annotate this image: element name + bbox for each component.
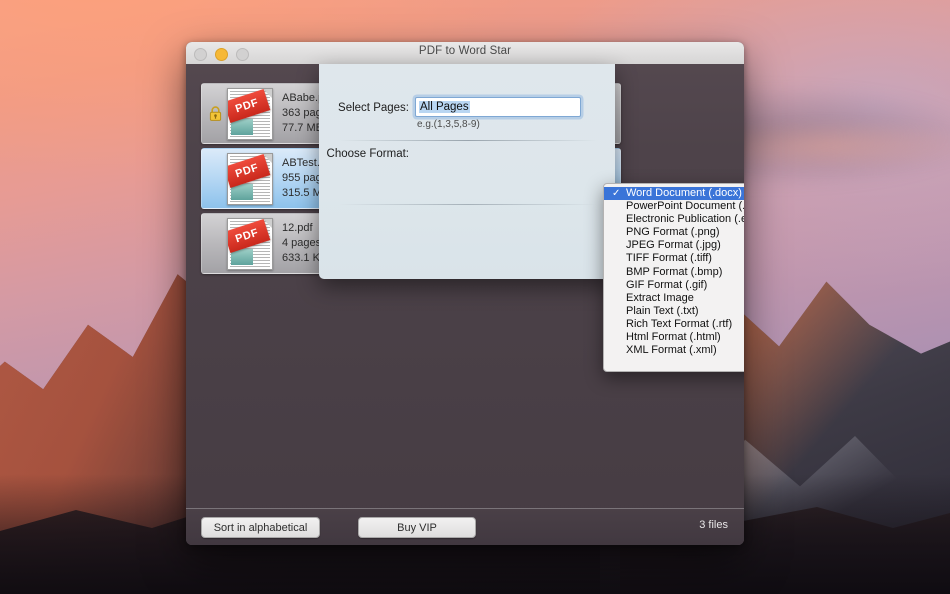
pdf-thumbnail: PDF: [227, 88, 273, 140]
file-info: ABabe.p 363 pag 77.7 MB: [282, 92, 324, 135]
menu-item-label: Word Document (.docx): [626, 187, 742, 199]
menu-item-jpeg[interactable]: JPEG Format (.jpg): [604, 239, 744, 252]
menu-item-label: JPEG Format (.jpg): [626, 239, 721, 251]
pdf-thumbnail: PDF: [227, 153, 273, 205]
lock-icon: [205, 106, 225, 121]
window-body: PDF ABabe.p 363 pag 77.7 MB PDF: [186, 64, 744, 545]
menu-item-gif[interactable]: GIF Format (.gif): [604, 279, 744, 292]
menu-item-plain-text[interactable]: Plain Text (.txt): [604, 305, 744, 318]
menu-item-label: Html Format (.html): [626, 331, 721, 343]
menu-item-label: Electronic Publication (.epub): [626, 213, 744, 225]
menu-item-label: PowerPoint Document (.pptx): [626, 200, 744, 212]
choose-format-label: Choose Format:: [323, 148, 409, 160]
menu-item-powerpoint[interactable]: PowerPoint Document (.pptx): [604, 200, 744, 213]
app-window: PDF to Word Star PDF: [186, 42, 744, 545]
sort-alphabetical-button[interactable]: Sort in alphabetical: [201, 517, 320, 538]
select-pages-value: All Pages: [419, 101, 470, 113]
pdf-thumbnail: PDF: [227, 218, 273, 270]
conversion-settings-sheet: Select Pages: All Pages e.g.(1,3,5,8-9) …: [319, 64, 615, 279]
menu-item-label: TIFF Format (.tiff): [626, 252, 712, 264]
menu-item-tiff[interactable]: TIFF Format (.tiff): [604, 252, 744, 265]
buy-vip-button[interactable]: Buy VIP: [358, 517, 476, 538]
select-pages-input[interactable]: All Pages: [415, 97, 581, 117]
menu-item-png[interactable]: PNG Format (.png): [604, 226, 744, 239]
menu-item-label: Rich Text Format (.rtf): [626, 318, 732, 330]
menu-item-label: Plain Text (.txt): [626, 305, 699, 317]
format-dropdown-menu: ✓ Word Document (.docx) PowerPoint Docum…: [603, 183, 744, 372]
menu-item-label: Extract Image: [626, 292, 694, 304]
file-name: ABabe.p: [282, 92, 324, 105]
window-title: PDF to Word Star: [186, 45, 744, 57]
menu-item-bmp[interactable]: BMP Format (.bmp): [604, 266, 744, 279]
checkmark-icon: ✓: [612, 187, 620, 200]
menu-item-label: XML Format (.xml): [626, 344, 717, 356]
sheet-divider: [339, 140, 597, 141]
menu-item-xml[interactable]: XML Format (.xml): [604, 344, 744, 357]
file-size: 77.7 MB: [282, 122, 324, 135]
bottom-bar: Sort in alphabetical Buy VIP 3 files: [186, 508, 744, 545]
menu-item-rtf[interactable]: Rich Text Format (.rtf): [604, 318, 744, 331]
menu-item-epub[interactable]: Electronic Publication (.epub): [604, 213, 744, 226]
file-pages: 363 pag: [282, 107, 324, 120]
select-pages-label: Select Pages:: [323, 102, 409, 114]
menu-item-extract-image[interactable]: Extract Image: [604, 292, 744, 305]
window-titlebar[interactable]: PDF to Word Star: [186, 42, 744, 65]
select-pages-hint: e.g.(1,3,5,8-9): [417, 119, 480, 130]
file-count-label: 3 files: [699, 519, 728, 531]
menu-item-label: GIF Format (.gif): [626, 279, 707, 291]
menu-item-label: BMP Format (.bmp): [626, 266, 722, 278]
menu-item-word[interactable]: ✓ Word Document (.docx): [604, 187, 744, 200]
menu-item-label: PNG Format (.png): [626, 226, 720, 238]
menu-item-html[interactable]: Html Format (.html): [604, 331, 744, 344]
sheet-divider-2: [339, 204, 597, 205]
